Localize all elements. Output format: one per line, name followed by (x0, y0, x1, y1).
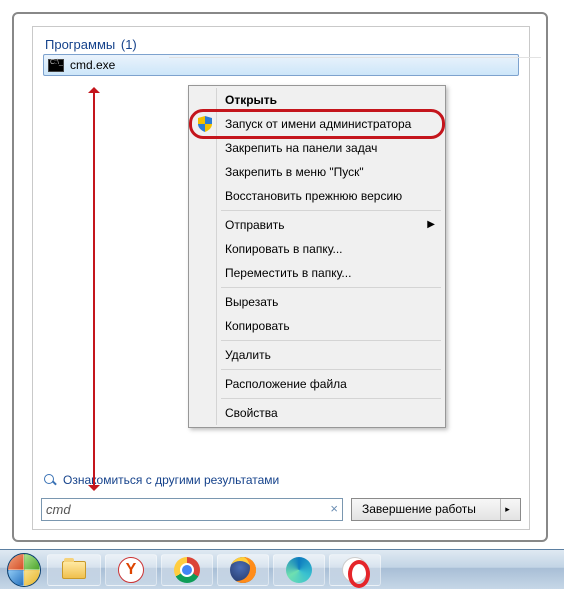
result-label: cmd.exe (70, 58, 115, 72)
taskbar-opera[interactable] (329, 554, 381, 586)
bottom-bar: cmd × Завершение работы ▸ (41, 495, 521, 523)
menu-cut[interactable]: Вырезать (191, 290, 443, 314)
context-menu: Открыть Запуск от имени администратора З… (188, 85, 446, 428)
taskbar-firefox[interactable] (217, 554, 269, 586)
taskbar-explorer[interactable] (47, 554, 101, 586)
menu-properties[interactable]: Свойства (191, 401, 443, 425)
menu-separator (221, 287, 441, 288)
menu-delete[interactable]: Удалить (191, 343, 443, 367)
menu-separator (221, 210, 441, 211)
menu-open[interactable]: Открыть (191, 88, 443, 112)
search-icon (43, 473, 57, 487)
group-divider (169, 57, 541, 58)
edge-icon (286, 557, 312, 583)
shutdown-button[interactable]: Завершение работы ▸ (351, 498, 521, 521)
taskbar: Y (0, 549, 564, 589)
menu-pin-start[interactable]: Закрепить в меню "Пуск" (191, 160, 443, 184)
menu-separator (221, 340, 441, 341)
menu-pin-taskbar[interactable]: Закрепить на панели задач (191, 136, 443, 160)
chrome-icon (174, 557, 200, 583)
group-count: (1) (121, 37, 137, 52)
clear-search-icon[interactable]: × (330, 501, 338, 516)
menu-copy[interactable]: Копировать (191, 314, 443, 338)
menu-copy-to[interactable]: Копировать в папку... (191, 237, 443, 261)
folder-icon (62, 561, 86, 579)
submenu-arrow-icon: ▶ (427, 219, 435, 230)
start-menu-window: Программы (1) cmd.exe Открыть З (12, 12, 548, 542)
windows-logo-icon (7, 553, 41, 587)
yandex-icon: Y (118, 557, 144, 583)
taskbar-chrome[interactable] (161, 554, 213, 586)
menu-run-as-admin[interactable]: Запуск от имени администратора (191, 112, 443, 136)
search-input[interactable]: cmd × (41, 498, 343, 521)
menu-separator (221, 369, 441, 370)
taskbar-yandex[interactable]: Y (105, 554, 157, 586)
cmd-icon (48, 59, 64, 72)
group-title: Программы (45, 37, 115, 52)
menu-separator (221, 398, 441, 399)
menu-location[interactable]: Расположение файла (191, 372, 443, 396)
see-more-results-link[interactable]: Ознакомиться с другими результатами (43, 473, 279, 487)
menu-send-to[interactable]: Отправить ▶ (191, 213, 443, 237)
opera-icon (342, 557, 368, 583)
start-button[interactable] (4, 550, 44, 590)
menu-move-to[interactable]: Переместить в папку... (191, 261, 443, 285)
firefox-icon (230, 557, 256, 583)
programs-group-header: Программы (1) (33, 27, 529, 54)
uac-shield-icon (198, 116, 212, 132)
shutdown-options-arrow-icon[interactable]: ▸ (500, 499, 514, 520)
taskbar-edge[interactable] (273, 554, 325, 586)
search-results-panel: Программы (1) cmd.exe Открыть З (32, 26, 530, 530)
menu-restore[interactable]: Восстановить прежнюю версию (191, 184, 443, 208)
search-value: cmd (46, 502, 71, 517)
annotation-arrow (93, 89, 95, 489)
